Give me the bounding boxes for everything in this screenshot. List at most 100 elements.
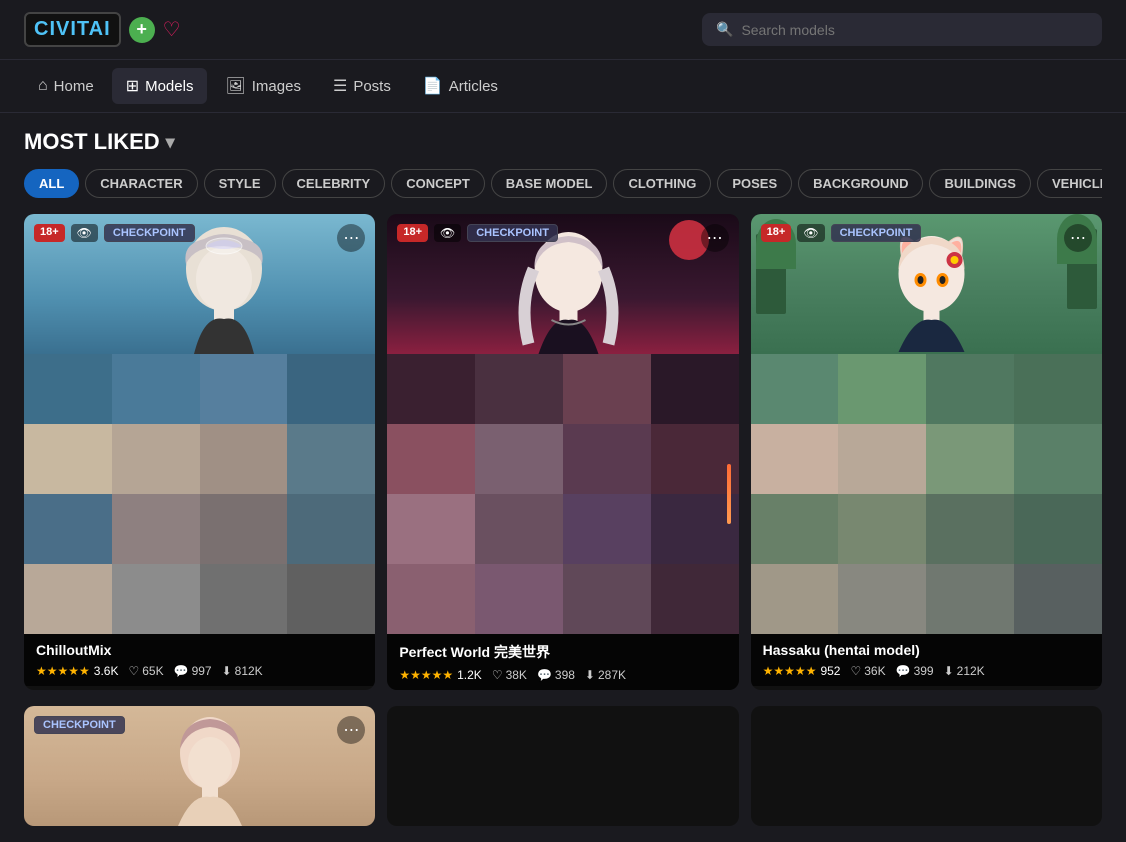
logo-wordmark: CIVITAI [24, 12, 121, 47]
model-card-partial[interactable]: CHECKPOINT ⋯ [24, 706, 375, 826]
add-button[interactable]: + [129, 17, 155, 43]
card3-title: Hassaku (hentai model) [763, 642, 1090, 658]
tab-background[interactable]: BACKGROUND [798, 169, 923, 198]
second-row: CHECKPOINT ⋯ [0, 706, 1126, 842]
card3-badges: 18+ 👁 CHECKPOINT [761, 224, 922, 242]
logo-civit: CIVIT [34, 18, 89, 40]
tab-celebrity[interactable]: CELEBRITY [282, 169, 386, 198]
tab-base-model[interactable]: BASE MODEL [491, 169, 608, 198]
tab-all[interactable]: ALL [24, 169, 79, 198]
card1-comments: 💬 997 [174, 664, 212, 678]
card1-stats: ★★★★★3.6K ♡ 65K 💬 997 ⬇ 812K [36, 664, 363, 678]
download-icon: ⬇ [585, 668, 595, 682]
card1-likes: ♡ 65K [128, 664, 163, 678]
age-badge: 18+ [761, 224, 792, 242]
card1-downloads: ⬇ 812K [222, 664, 263, 678]
nav-label-models: Models [145, 78, 193, 95]
age-badge: 18+ [34, 224, 65, 242]
card2-menu[interactable]: ⋯ [701, 224, 729, 252]
tab-style[interactable]: STYLE [204, 169, 276, 198]
comment-icon: 💬 [896, 664, 911, 678]
tab-poses[interactable]: POSES [717, 169, 792, 198]
card1-image: 18+ 👁 CHECKPOINT ⋯ [24, 214, 375, 634]
type-badge: CHECKPOINT [831, 224, 922, 242]
model-card-perfectworld[interactable]: 18+ 👁 CHECKPOINT ⋯ [387, 214, 738, 690]
nav-label-images: Images [252, 78, 301, 95]
nav-item-articles[interactable]: 📄 Articles [409, 68, 512, 104]
search-bar: 🔍 [702, 13, 1102, 46]
card2-badges: 18+ 👁 CHECKPOINT [397, 224, 558, 242]
age-badge: 18+ [397, 224, 428, 242]
category-tabs: ALL CHARACTER STYLE CELEBRITY CONCEPT BA… [24, 169, 1102, 198]
card3-comments: 💬 399 [896, 664, 934, 678]
download-icon: ⬇ [944, 664, 954, 678]
card3-rating: 952 [820, 664, 840, 678]
nsfw-icon: 👁 [797, 224, 824, 242]
header: CIVITAI + ♡ 🔍 [0, 0, 1126, 60]
heart-icon: ♡ [492, 668, 503, 682]
nav-item-images[interactable]: 🖼 Images [211, 68, 315, 104]
nav-label-posts: Posts [353, 78, 391, 95]
card3-stats: ★★★★★952 ♡ 36K 💬 399 ⬇ 212K [763, 664, 1090, 678]
posts-icon: ☰ [333, 76, 347, 96]
empty-card-3 [751, 706, 1102, 826]
tab-concept[interactable]: CONCEPT [391, 169, 485, 198]
card3-image: 18+ 👁 CHECKPOINT ⋯ [751, 214, 1102, 634]
card1-title: ChilloutMix [36, 642, 363, 658]
tab-character[interactable]: CHARACTER [85, 169, 197, 198]
heart-icon: ♡ [850, 664, 861, 678]
card3-footer: Hassaku (hentai model) ★★★★★952 ♡ 36K 💬 … [751, 634, 1102, 686]
comment-icon: 💬 [537, 668, 552, 682]
home-icon: ⌂ [38, 77, 48, 95]
card2-likes: ♡ 38K [492, 668, 527, 682]
filter-bar: MOST LIKED ▾ ALL CHARACTER STYLE CELEBRI… [0, 113, 1126, 198]
sort-label: MOST LIKED [24, 129, 160, 155]
articles-icon: 📄 [423, 76, 443, 96]
card3-likes: ♡ 36K [850, 664, 885, 678]
card1-footer: ChilloutMix ★★★★★3.6K ♡ 65K 💬 997 ⬇ 812K [24, 634, 375, 686]
chevron-down-icon: ▾ [166, 132, 175, 153]
nav-label-articles: Articles [449, 78, 498, 95]
nav-label-home: Home [54, 78, 94, 95]
type-badge: CHECKPOINT [34, 716, 125, 734]
card1-badges: 18+ 👁 CHECKPOINT [34, 224, 195, 242]
sort-selector[interactable]: MOST LIKED ▾ [24, 129, 1102, 155]
search-input[interactable] [741, 22, 1088, 38]
card2-downloads: ⬇ 287K [585, 668, 626, 682]
tab-vehicle[interactable]: VEHICLE [1037, 169, 1102, 198]
preview-bar [727, 464, 731, 524]
comment-icon: 💬 [174, 664, 189, 678]
type-badge: CHECKPOINT [467, 224, 558, 242]
nav-item-posts[interactable]: ☰ Posts [319, 68, 405, 104]
images-icon: 🖼 [225, 76, 245, 96]
models-icon: ⊞ [126, 76, 139, 96]
card3-stars: ★★★★★952 [763, 664, 841, 678]
search-icon: 🔍 [716, 21, 733, 38]
tab-buildings[interactable]: BUILDINGS [929, 169, 1031, 198]
nav-item-home[interactable]: ⌂ Home [24, 69, 108, 103]
model-card-hassaku[interactable]: 18+ 👁 CHECKPOINT ⋯ [751, 214, 1102, 690]
card2-image: 18+ 👁 CHECKPOINT ⋯ [387, 214, 738, 634]
card2-rating: 1.2K [457, 668, 482, 682]
main-nav: ⌂ Home ⊞ Models 🖼 Images ☰ Posts 📄 Artic… [0, 60, 1126, 113]
card3-downloads: ⬇ 212K [944, 664, 985, 678]
nav-item-models[interactable]: ⊞ Models [112, 68, 208, 104]
tab-clothing[interactable]: CLOTHING [613, 169, 711, 198]
nsfw-icon: 👁 [434, 224, 461, 242]
cards-grid: 18+ 👁 CHECKPOINT ⋯ [0, 198, 1126, 706]
logo-ai: AI [89, 18, 111, 40]
card3-menu[interactable]: ⋯ [1064, 224, 1092, 252]
model-card-chilloutmix[interactable]: 18+ 👁 CHECKPOINT ⋯ [24, 214, 375, 690]
nsfw-icon: 👁 [71, 224, 98, 242]
download-icon: ⬇ [222, 664, 232, 678]
empty-card-2 [387, 706, 738, 826]
card2-title: Perfect World 完美世界 [399, 642, 726, 662]
card2-stars: ★★★★★1.2K [399, 668, 481, 682]
card2-stats: ★★★★★1.2K ♡ 38K 💬 398 ⬇ 287K [399, 668, 726, 682]
heart-icon: ♡ [128, 664, 139, 678]
card1-rating: 3.6K [94, 664, 119, 678]
card2-footer: Perfect World 完美世界 ★★★★★1.2K ♡ 38K 💬 398… [387, 634, 738, 690]
favorites-icon[interactable]: ♡ [163, 17, 181, 42]
card1-stars: ★★★★★3.6K [36, 664, 118, 678]
card2-comments: 💬 398 [537, 668, 575, 682]
